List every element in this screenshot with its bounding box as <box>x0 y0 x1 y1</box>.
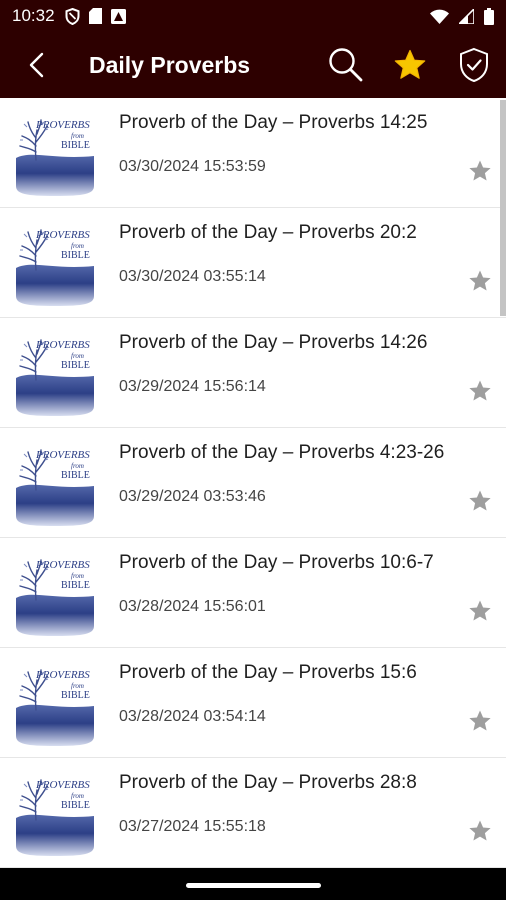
status-time: 10:32 <box>12 6 55 25</box>
thumbnail-text-line1: PROVERBS <box>35 339 90 351</box>
item-title: Proverb of the Day – Proverbs 14:25 <box>119 112 428 133</box>
thumbnail-text-line2: from <box>71 132 84 140</box>
proverbs-thumbnail-icon: PROVERBS from BIBLE <box>16 339 94 416</box>
item-timestamp: 03/28/2024 03:54:14 <box>119 708 266 725</box>
proverbs-thumbnail-icon: PROVERBS from BIBLE <box>16 119 94 196</box>
thumbnail-text-line1: PROVERBS <box>35 449 90 461</box>
item-title: Proverb of the Day – Proverbs 14:26 <box>119 332 428 353</box>
proverbs-thumbnail-icon: PROVERBS from BIBLE <box>16 449 94 526</box>
favorites-button[interactable] <box>378 32 442 98</box>
thumbnail-text-line1: PROVERBS <box>35 119 90 131</box>
signal-icon <box>459 8 474 24</box>
privacy-shield-button[interactable] <box>442 32 506 98</box>
favorite-star-icon[interactable] <box>468 819 492 843</box>
item-timestamp: 03/28/2024 15:56:01 <box>119 598 266 615</box>
thumbnail-text-line3: BIBLE <box>61 580 90 591</box>
favorite-star-icon[interactable] <box>468 159 492 183</box>
thumbnail-text-line1: PROVERBS <box>35 559 90 571</box>
list-item[interactable]: PROVERBS from BIBLE Proverb of the Day –… <box>0 648 506 758</box>
proverbs-thumbnail-icon: PROVERBS from BIBLE <box>16 559 94 636</box>
item-title: Proverb of the Day – Proverbs 28:8 <box>119 772 417 793</box>
home-gesture-handle[interactable] <box>186 883 321 888</box>
thumbnail-text-line2: from <box>71 792 84 800</box>
scrollbar[interactable] <box>500 100 506 316</box>
thumbnail-text-line2: from <box>71 242 84 250</box>
app-notification-icon <box>110 8 126 24</box>
status-bar: 10:32 <box>0 0 506 32</box>
back-button[interactable] <box>0 32 72 98</box>
thumbnail-text-line3: BIBLE <box>61 470 90 481</box>
item-title: Proverb of the Day – Proverbs 10:6-7 <box>119 552 434 573</box>
proverb-list[interactable]: PROVERBS from BIBLE Proverb of the Day –… <box>0 98 506 868</box>
proverbs-thumbnail-icon: PROVERBS from BIBLE <box>16 779 94 856</box>
search-icon <box>329 48 363 82</box>
battery-icon <box>484 7 494 25</box>
wifi-icon <box>430 9 449 24</box>
thumbnail-text-line1: PROVERBS <box>35 229 90 241</box>
thumbnail-text-line2: from <box>71 572 84 580</box>
thumbnail-text-line3: BIBLE <box>61 250 90 261</box>
sim-card-icon <box>88 8 102 24</box>
star-icon <box>394 49 426 79</box>
thumbnail-text-line2: from <box>71 682 84 690</box>
thumbnail-text-line1: PROVERBS <box>35 669 90 681</box>
list-item[interactable]: PROVERBS from BIBLE Proverb of the Day –… <box>0 318 506 428</box>
list-item[interactable]: PROVERBS from BIBLE Proverb of the Day –… <box>0 428 506 538</box>
list-item[interactable]: PROVERBS from BIBLE Proverb of the Day –… <box>0 98 506 208</box>
thumbnail-text-line3: BIBLE <box>61 360 90 371</box>
page-title: Daily Proverbs <box>89 51 251 78</box>
proverbs-thumbnail-icon: PROVERBS from BIBLE <box>16 669 94 746</box>
item-title: Proverb of the Day – Proverbs 20:2 <box>119 222 417 243</box>
favorite-star-icon[interactable] <box>468 379 492 403</box>
navigation-bar <box>0 868 506 900</box>
thumbnail-text-line1: PROVERBS <box>35 779 90 791</box>
proverbs-thumbnail-icon: PROVERBS from BIBLE <box>16 229 94 306</box>
item-timestamp: 03/29/2024 15:56:14 <box>119 378 266 395</box>
item-timestamp: 03/29/2024 03:53:46 <box>119 488 266 505</box>
search-button[interactable] <box>314 32 378 98</box>
thumbnail-text-line3: BIBLE <box>61 800 90 811</box>
item-title: Proverb of the Day – Proverbs 4:23-26 <box>119 442 445 463</box>
app-bar: Daily Proverbs <box>0 32 506 98</box>
favorite-star-icon[interactable] <box>468 489 492 513</box>
item-timestamp: 03/30/2024 15:53:59 <box>119 158 266 175</box>
favorite-star-icon[interactable] <box>468 709 492 733</box>
back-icon <box>29 52 44 78</box>
thumbnail-text-line3: BIBLE <box>61 690 90 701</box>
thumbnail-text-line2: from <box>71 352 84 360</box>
thumbnail-text-line3: BIBLE <box>61 140 90 151</box>
shield-check-icon <box>460 47 488 83</box>
favorite-star-icon[interactable] <box>468 599 492 623</box>
item-timestamp: 03/30/2024 03:55:14 <box>119 268 266 285</box>
item-title: Proverb of the Day – Proverbs 15:6 <box>119 662 417 683</box>
list-item[interactable]: PROVERBS from BIBLE Proverb of the Day –… <box>0 208 506 318</box>
list-item[interactable]: PROVERBS from BIBLE Proverb of the Day –… <box>0 538 506 648</box>
thumbnail-text-line2: from <box>71 462 84 470</box>
item-timestamp: 03/27/2024 15:55:18 <box>119 818 266 835</box>
shield-icon <box>65 7 80 25</box>
favorite-star-icon[interactable] <box>468 269 492 293</box>
list-item[interactable]: PROVERBS from BIBLE Proverb of the Day –… <box>0 758 506 868</box>
